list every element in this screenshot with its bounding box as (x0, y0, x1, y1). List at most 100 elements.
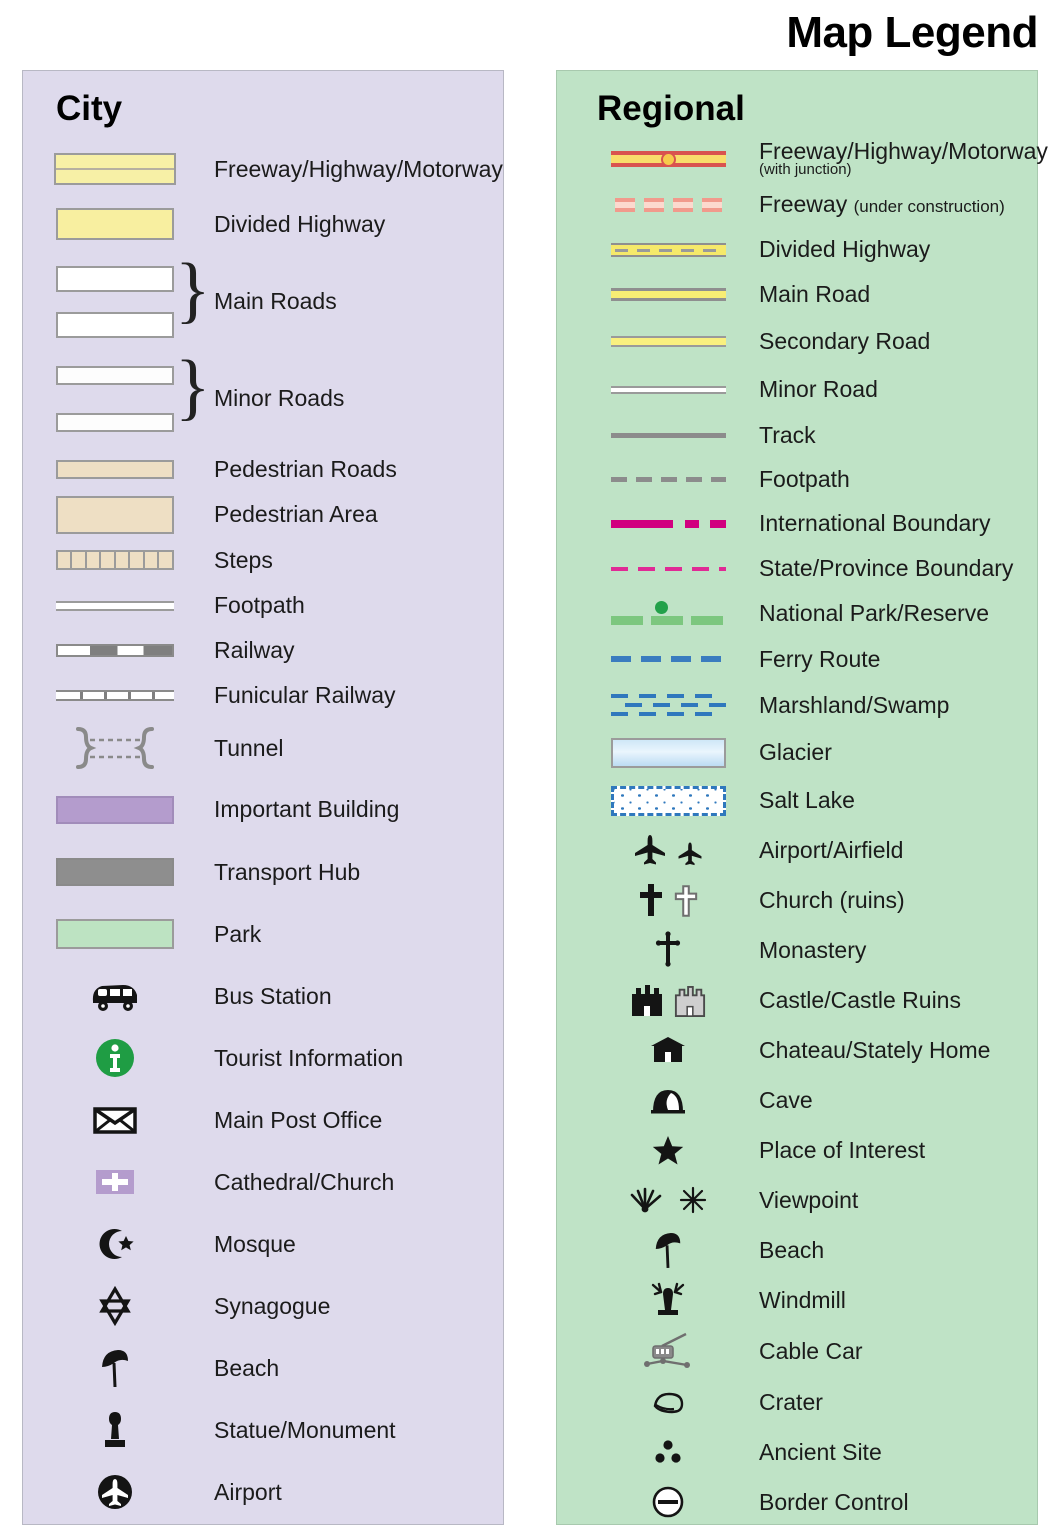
minor-road-symbol (593, 385, 743, 394)
divided-highway-city-symbol (37, 208, 192, 240)
star-of-david-icon (37, 1286, 192, 1326)
legend-row-freeway-under-construction: Freeway (under construction) (557, 182, 1037, 227)
legend-label: Marshland/Swamp (759, 692, 950, 719)
legend-row-funicular-railway: Funicular Railway (23, 673, 503, 718)
legend-label: Windmill (759, 1286, 846, 1313)
legend-row-city-freeway: Freeway/Highway/Motorway (23, 143, 503, 195)
glacier-symbol (593, 737, 743, 768)
legend-label: International Boundary (759, 510, 991, 537)
legend-row-salt-lake: Salt Lake (557, 776, 1037, 825)
legend-row-marshland: Marshland/Swamp (557, 682, 1037, 729)
legend-row-important-building: Important Building (23, 778, 503, 841)
legend-label: Transport Hub (214, 858, 361, 885)
legend-label: National Park/Reserve (759, 600, 990, 627)
monastery-cross-icon (593, 931, 743, 969)
legend-row-transport-hub: Transport Hub (23, 841, 503, 903)
freeway-under-construction-symbol (593, 197, 743, 212)
national-park-symbol (593, 600, 743, 627)
footpath-city-symbol (37, 600, 192, 611)
main-roads-symbol (37, 265, 192, 338)
legend-sublabel: (under construction) (853, 197, 1005, 217)
tunnel-symbol (37, 725, 192, 771)
legend-row-track: Track (557, 413, 1037, 457)
legend-label: Ancient Site (759, 1438, 882, 1465)
legend-label: Statue/Monument (214, 1416, 396, 1443)
chateau-icon (593, 1034, 743, 1066)
legend-row-steps: Steps (23, 537, 503, 583)
minor-roads-brace: } (175, 346, 211, 428)
legend-label: Funicular Railway (214, 682, 396, 709)
legend-label: Footpath (759, 465, 850, 492)
viewpoint-icon (593, 1186, 743, 1214)
legend-label: Track (759, 421, 816, 448)
secondary-road-symbol (593, 336, 743, 347)
legend-row-railway: Railway (23, 628, 503, 673)
legend-label: Viewpoint (759, 1186, 859, 1213)
legend-row-tourist-information: Tourist Information (23, 1027, 503, 1089)
legend-label: Airport (214, 1478, 282, 1505)
state-boundary-symbol (593, 566, 743, 571)
legend-row-regional-divided-highway: Divided Highway (557, 227, 1037, 272)
legend-row-airport-airfield: Airport/Airfield (557, 825, 1037, 875)
legend-sublabel: (with junction) (759, 160, 852, 178)
railway-symbol (37, 644, 192, 657)
legend-label: Railway (214, 637, 295, 664)
salt-lake-symbol (593, 785, 743, 816)
legend-label: Church (ruins) (759, 886, 905, 913)
ancient-site-icon (593, 1437, 743, 1467)
legend-row-crater: Crater (557, 1377, 1037, 1427)
legend-row-mosque: Mosque (23, 1213, 503, 1275)
parasol-icon (37, 1347, 192, 1389)
legend-label: Airport/Airfield (759, 836, 904, 863)
track-symbol (593, 432, 743, 438)
legend-row-international-boundary: International Boundary (557, 501, 1037, 546)
legend-label: Main Roads (214, 288, 337, 315)
legend-label: Pedestrian Roads (214, 456, 397, 483)
border-control-icon (593, 1484, 743, 1520)
legend-row-place-of-interest: Place of Interest (557, 1125, 1037, 1175)
bus-icon (37, 979, 192, 1013)
legend-row-synagogue: Synagogue (23, 1275, 503, 1337)
legend-label: Cave (759, 1086, 813, 1113)
marshland-symbol (593, 690, 743, 722)
legend-row-border-control: Border Control (557, 1477, 1037, 1527)
star-icon (593, 1134, 743, 1166)
legend-label: Divided Highway (214, 210, 386, 237)
page-title: Map Legend (786, 8, 1038, 57)
legend-label: Park (214, 920, 262, 947)
legend-row-secondary-road: Secondary Road (557, 317, 1037, 366)
legend-row-pedestrian-area: Pedestrian Area (23, 492, 503, 537)
legend-row-glacier: Glacier (557, 729, 1037, 776)
legend-row-city-divided-highway: Divided Highway (23, 195, 503, 253)
divided-highway-regional-symbol (593, 242, 743, 257)
legend-row-park: Park (23, 903, 503, 965)
information-icon (37, 1037, 192, 1079)
legend-label: Cable Car (759, 1337, 863, 1364)
legend-label: Glacier (759, 739, 832, 766)
legend-label: Freeway/Highway/Motorway (214, 155, 503, 182)
legend-label: Minor Roads (214, 385, 345, 412)
legend-label: Tunnel (214, 734, 284, 761)
legend-label: Important Building (214, 796, 400, 823)
funicular-railway-symbol (37, 690, 192, 701)
legend-label: Freeway (759, 191, 848, 218)
freeway-junction-symbol (593, 150, 743, 167)
church-cross-icon (37, 1167, 192, 1197)
monument-icon (37, 1409, 192, 1451)
parasol-icon (593, 1230, 743, 1270)
transport-hub-symbol (37, 858, 192, 886)
footpath-regional-symbol (593, 476, 743, 482)
legend-label: Beach (214, 1354, 280, 1381)
legend-row-monastery: Monastery (557, 925, 1037, 975)
legend-label: Border Control (759, 1488, 909, 1515)
legend-row-national-park: National Park/Reserve (557, 591, 1037, 636)
legend-row-regional-beach: Beach (557, 1225, 1037, 1275)
legend-label: Castle/Castle Ruins (759, 986, 961, 1013)
international-boundary-symbol (593, 519, 743, 528)
legend-label: Bus Station (214, 982, 332, 1009)
legend-row-viewpoint: Viewpoint (557, 1175, 1037, 1225)
legend-label: Chateau/Stately Home (759, 1036, 991, 1063)
park-symbol (37, 919, 192, 949)
legend-row-minor-road: Minor Road (557, 366, 1037, 413)
legend-label: Minor Road (759, 376, 878, 403)
